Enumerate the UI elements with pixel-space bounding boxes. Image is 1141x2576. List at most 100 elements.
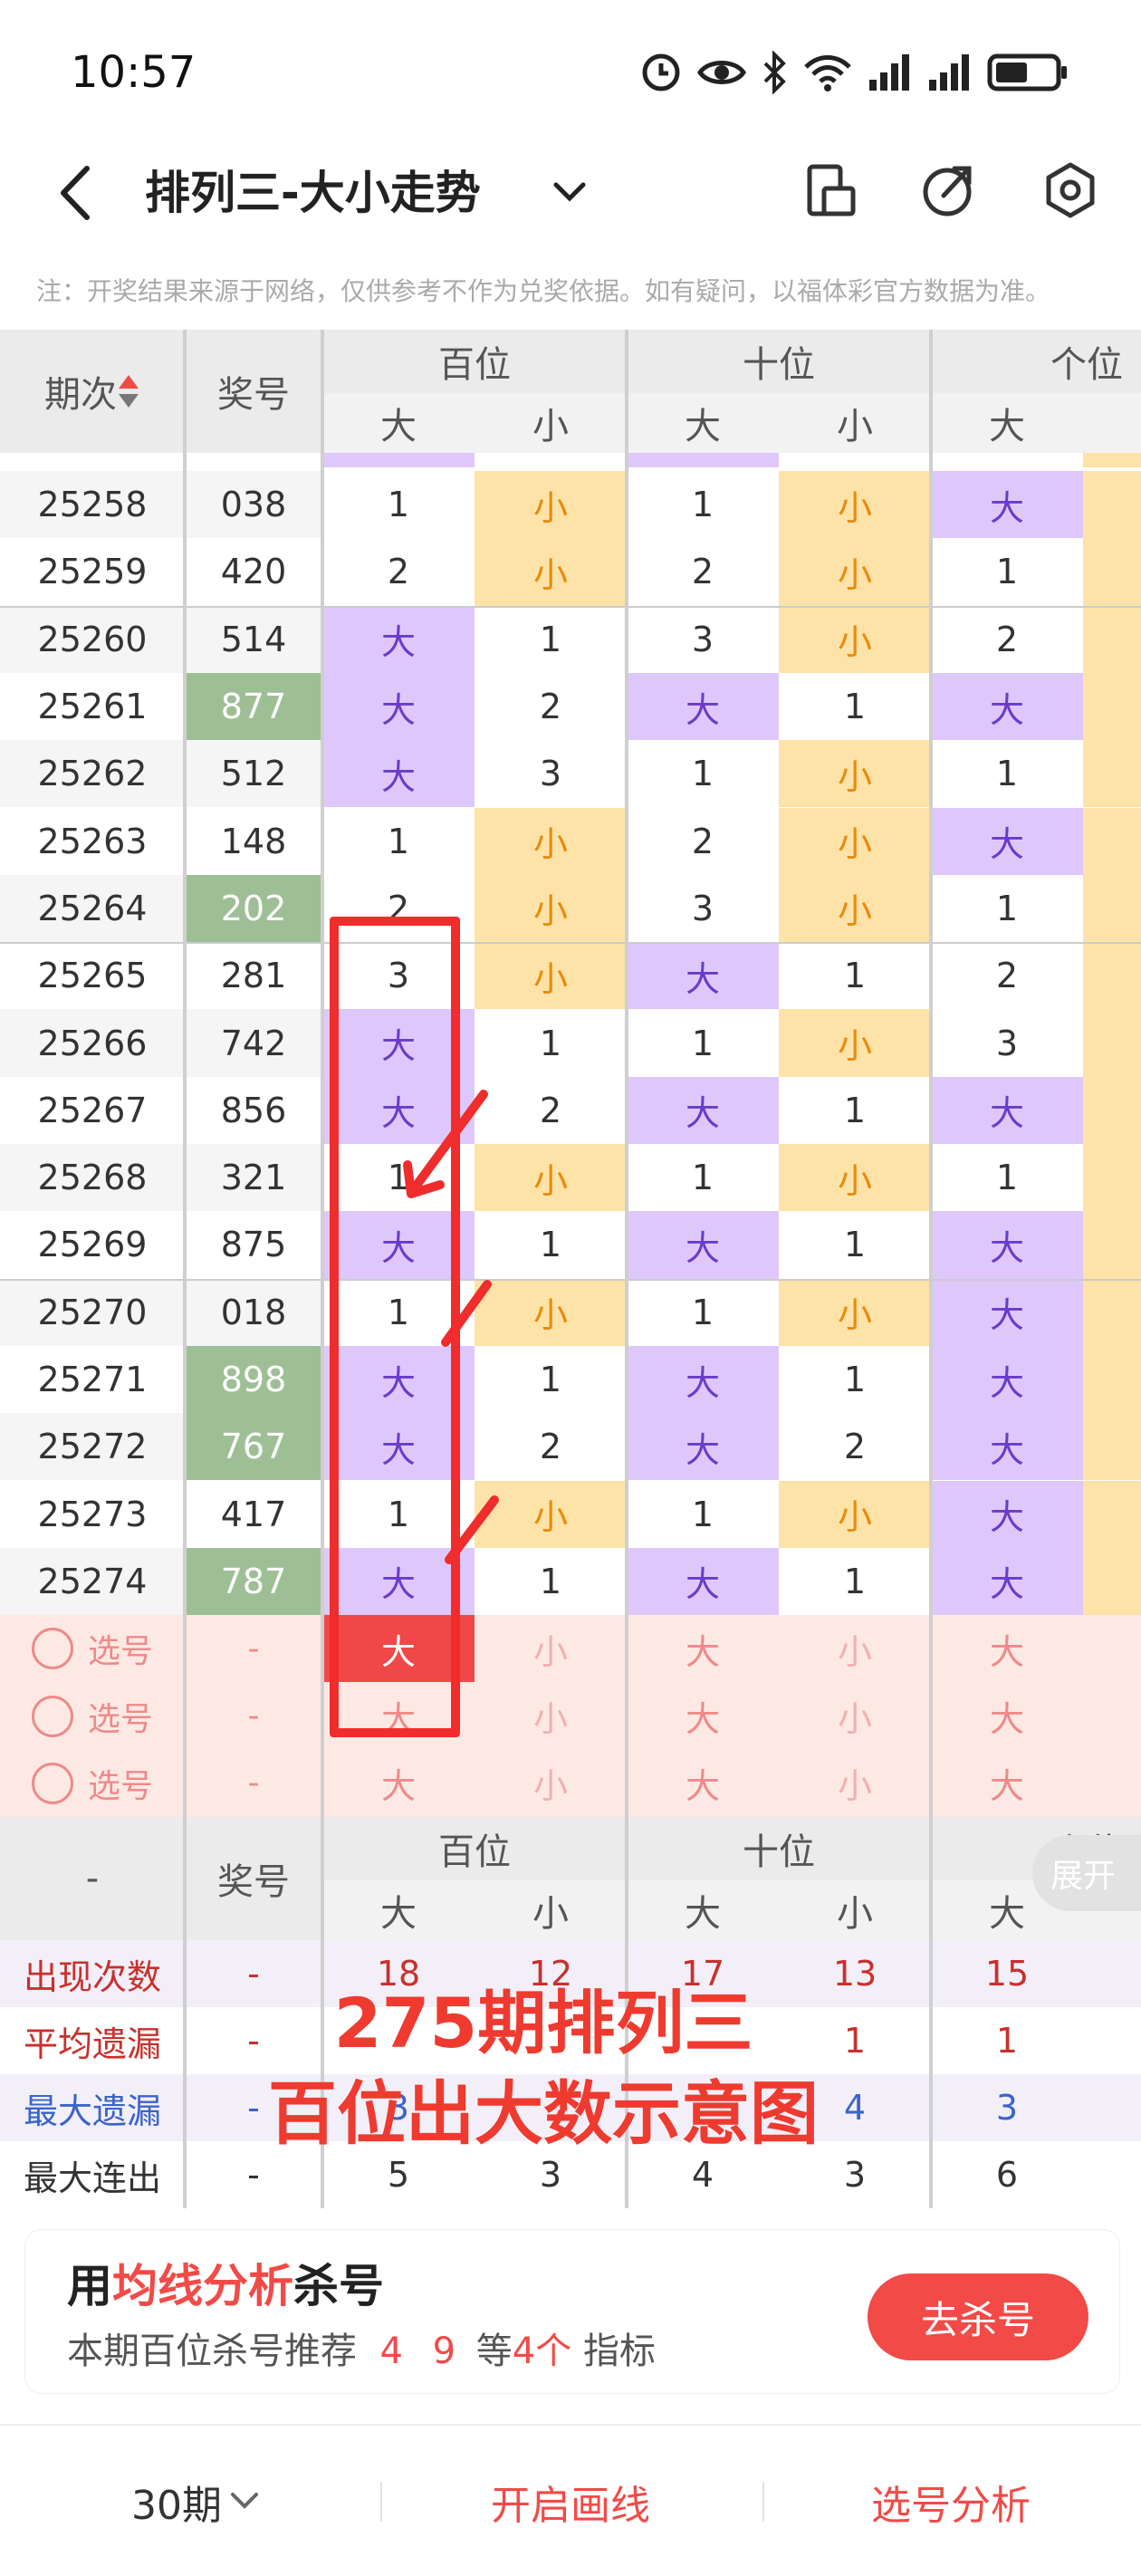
trend-cell: 小 bbox=[779, 807, 931, 875]
footer-sub-header: 大 bbox=[627, 1880, 779, 1940]
chevron-down-icon bbox=[231, 2493, 258, 2509]
annotation-arrow bbox=[403, 1090, 488, 1198]
picker-label[interactable]: 选号 bbox=[0, 1682, 185, 1750]
period-selector[interactable]: 30期 bbox=[54, 2458, 344, 2545]
card-title-highlight: 均线分析 bbox=[112, 2260, 293, 2312]
status-icons bbox=[639, 47, 1069, 98]
overflow-cell bbox=[1083, 471, 1141, 539]
trend-cell: 小 bbox=[475, 942, 627, 1010]
trend-cell: 大 bbox=[931, 1480, 1083, 1548]
picker-overflow bbox=[1083, 1749, 1141, 1817]
partial-cell bbox=[322, 453, 475, 467]
picker-option[interactable]: 大 bbox=[931, 1615, 1083, 1683]
radio-circle-icon[interactable] bbox=[31, 1762, 73, 1804]
bluetooth-icon bbox=[763, 51, 786, 94]
overflow-cell bbox=[1083, 807, 1141, 875]
group-divider bbox=[0, 942, 1141, 945]
row-period: 25261 bbox=[0, 672, 185, 741]
group-header-0: 百位 bbox=[322, 330, 627, 393]
overflow-cell bbox=[1083, 1076, 1141, 1144]
signal-icon-2 bbox=[929, 54, 969, 91]
row-number: 875 bbox=[185, 1211, 322, 1279]
picker-option[interactable]: 大 bbox=[931, 1682, 1083, 1750]
trend-cell: 2 bbox=[627, 807, 779, 875]
overflow-cell bbox=[1083, 740, 1141, 808]
trend-cell: 大 bbox=[627, 942, 779, 1010]
back-arrow-icon[interactable] bbox=[53, 161, 98, 225]
trend-cell: 2 bbox=[475, 672, 627, 741]
card-title: 用均线分析杀号 bbox=[67, 2257, 384, 2315]
alarm-icon bbox=[642, 53, 680, 91]
row-period: 25271 bbox=[0, 1345, 185, 1414]
chevron-down-icon[interactable] bbox=[547, 172, 592, 212]
column-divider bbox=[321, 330, 324, 2208]
picker-option[interactable]: 大 bbox=[627, 1682, 779, 1750]
share-icon[interactable] bbox=[920, 161, 974, 219]
trend-cell: 小 bbox=[779, 1480, 931, 1548]
trend-cell: 3 bbox=[627, 605, 779, 673]
period-header-label[interactable]: 期次 bbox=[44, 365, 117, 418]
trend-cell: 大 bbox=[322, 605, 475, 673]
trend-cell: 1 bbox=[627, 1480, 779, 1548]
trend-cell: 大 bbox=[931, 1413, 1083, 1481]
picker-option[interactable]: 小 bbox=[779, 1682, 931, 1750]
footer-group-header: 十位 bbox=[627, 1817, 931, 1880]
trend-cell: 大 bbox=[931, 1345, 1083, 1414]
card-sub-pre: 本期百位杀号推荐 bbox=[67, 2331, 357, 2372]
signal-icon bbox=[869, 54, 909, 91]
disclaimer-note: 注：开奖结果来源于网络，仅供参考不作为兑奖依据。如有疑问，以福体彩官方数据为准。 bbox=[36, 276, 1051, 306]
footer-sub-header: 小 bbox=[779, 1880, 931, 1940]
radio-circle-icon[interactable] bbox=[31, 1695, 73, 1737]
overflow-cell bbox=[1083, 1211, 1141, 1279]
picker-option[interactable]: 大 bbox=[931, 1749, 1083, 1817]
overflow-cell bbox=[1083, 672, 1141, 741]
row-period: 25274 bbox=[0, 1547, 185, 1616]
picker-option[interactable]: 大 bbox=[627, 1749, 779, 1817]
stat-overflow bbox=[1083, 1940, 1141, 2007]
row-number: 742 bbox=[185, 1009, 322, 1077]
settings-icon[interactable] bbox=[1041, 161, 1099, 219]
overflow-cell bbox=[1083, 1413, 1141, 1481]
picker-option[interactable]: 小 bbox=[475, 1682, 627, 1750]
annotation-arrow bbox=[445, 1495, 499, 1564]
trend-cell: 1 bbox=[779, 1547, 931, 1616]
picker-option[interactable]: 大 bbox=[322, 1749, 475, 1817]
row-number: 018 bbox=[185, 1278, 322, 1346]
trend-cell: 1 bbox=[779, 1076, 931, 1144]
trend-cell: 1 bbox=[779, 942, 931, 1010]
picker-option[interactable]: 小 bbox=[779, 1749, 931, 1817]
picker-option[interactable]: 大 bbox=[627, 1615, 779, 1683]
row-period: 25258 bbox=[0, 471, 185, 539]
trend-cell: 1 bbox=[322, 471, 475, 539]
picker-option[interactable]: 小 bbox=[475, 1749, 627, 1817]
trend-table: 期次 奖号 百位 十位 个位大小大小大 25258 038 1 小 1 小大 25259 420 2 小 2 小… bbox=[0, 330, 1141, 2208]
trend-cell: 1 bbox=[627, 471, 779, 539]
sub-header-4: 大 bbox=[931, 393, 1083, 453]
expand-button[interactable]: 展开 bbox=[1032, 1835, 1141, 1911]
kill-number-button[interactable]: 去杀号 bbox=[868, 2273, 1088, 2360]
sort-icon[interactable] bbox=[117, 373, 140, 409]
page-title[interactable]: 排列三-大小走势 bbox=[145, 161, 481, 225]
row-period: 25265 bbox=[0, 942, 185, 1010]
radio-circle-icon[interactable] bbox=[31, 1628, 73, 1670]
trend-cell: 大 bbox=[627, 1345, 779, 1414]
stat-overflow bbox=[1083, 2007, 1141, 2074]
period-selector-label: 30期 bbox=[131, 2483, 222, 2529]
device-rotate-icon[interactable] bbox=[804, 161, 858, 219]
picker-label[interactable]: 选号 bbox=[0, 1615, 185, 1683]
picker-option[interactable]: 小 bbox=[779, 1615, 931, 1683]
picker-option[interactable]: 小 bbox=[475, 1615, 627, 1683]
draw-line-button[interactable]: 开启画线 bbox=[398, 2458, 743, 2545]
trend-cell: 2 bbox=[931, 942, 1083, 1010]
picker-label[interactable]: 选号 bbox=[0, 1749, 185, 1817]
number-analysis-button[interactable]: 选号分析 bbox=[779, 2458, 1123, 2545]
row-period: 25259 bbox=[0, 538, 185, 606]
trend-cell: 3 bbox=[931, 1009, 1083, 1077]
card-subtitle: 本期百位杀号推荐 4 9 等4个 指标 bbox=[67, 2326, 656, 2377]
trend-cell: 大 bbox=[627, 1211, 779, 1279]
overflow-cell bbox=[1083, 874, 1141, 943]
row-period: 25266 bbox=[0, 1009, 185, 1077]
overflow-cell bbox=[1083, 538, 1141, 606]
eye-icon bbox=[697, 61, 746, 84]
footer-sub-header: 小 bbox=[475, 1880, 627, 1940]
